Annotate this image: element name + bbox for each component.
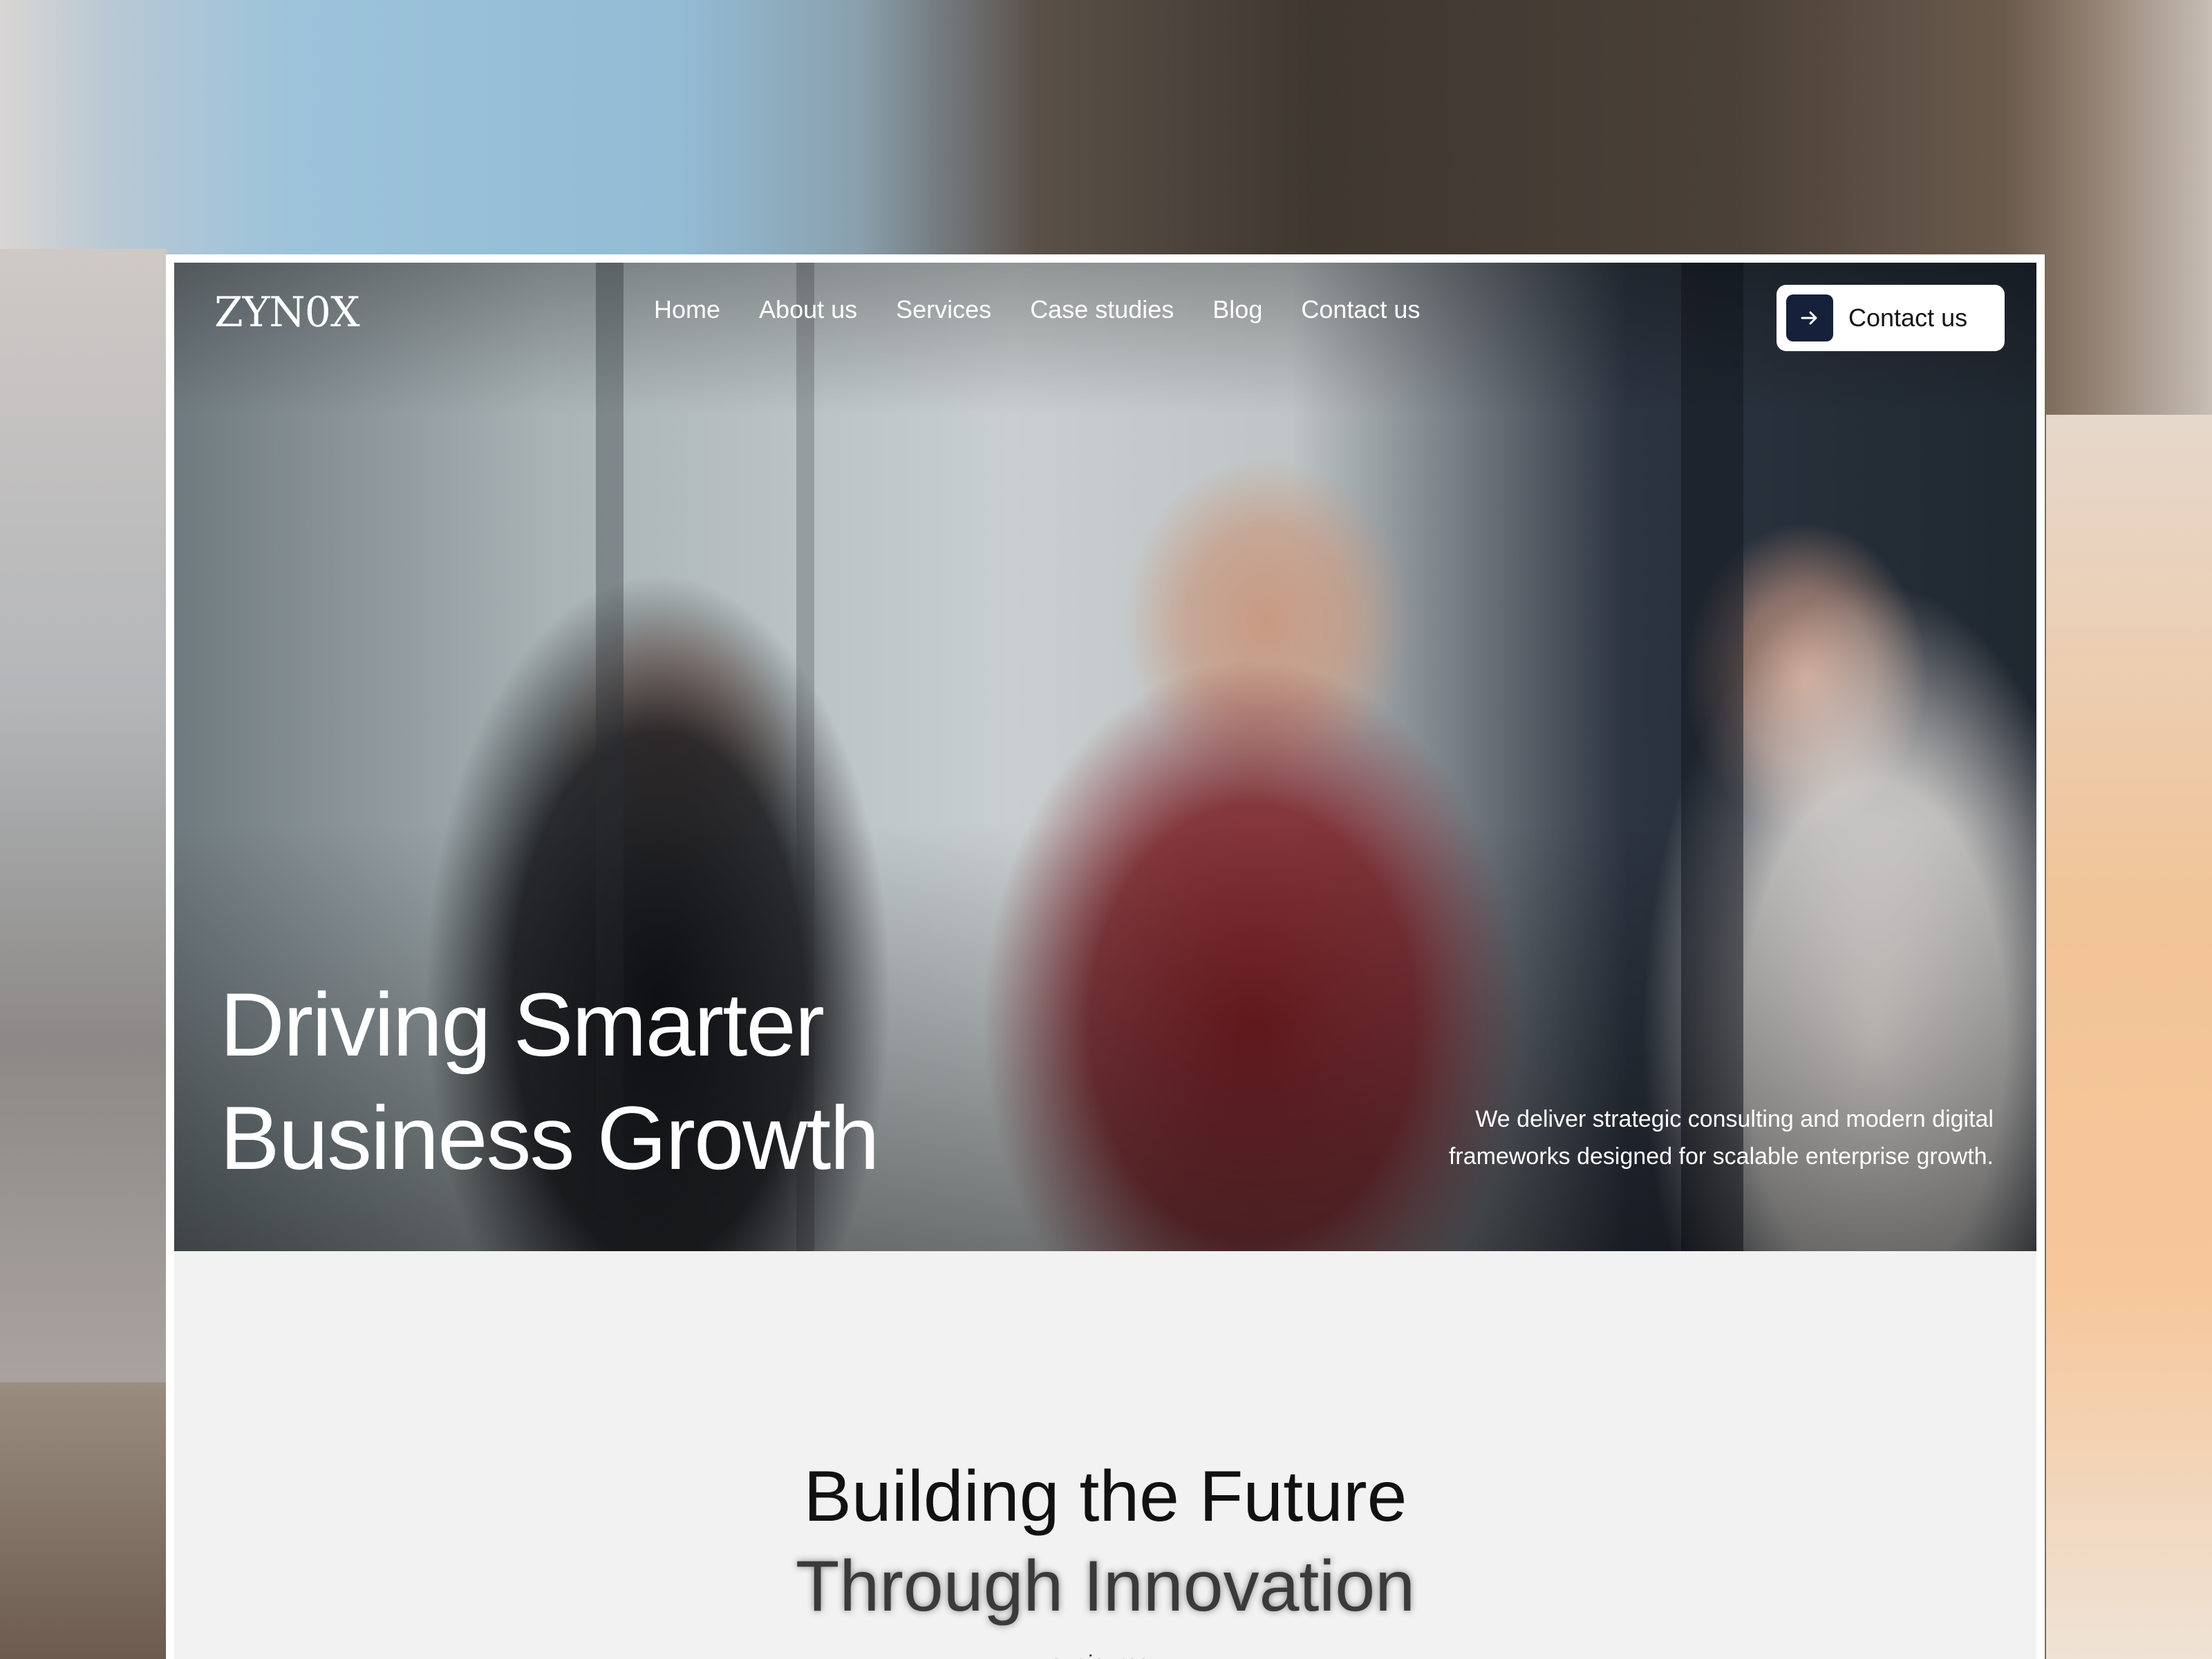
nav-case-studies[interactable]: Case studies xyxy=(1030,297,1174,322)
nav-about-us[interactable]: About us xyxy=(759,297,857,322)
background-left-lower xyxy=(0,1382,166,1659)
contact-us-button-label: Contact us xyxy=(1848,303,1968,332)
background-right-warm xyxy=(2046,415,2212,1659)
main-nav: Home About us Services Case studies Blog… xyxy=(654,297,1420,322)
contact-us-button[interactable]: Contact us xyxy=(1777,285,2005,351)
nav-contact-us[interactable]: Contact us xyxy=(1301,297,1420,322)
website-frame: ZYN0X Home About us Services Case studie… xyxy=(166,254,2045,1659)
arrow-right-icon xyxy=(1786,294,1833,341)
hero-title: Driving Smarter Business Growth xyxy=(220,968,880,1194)
site-logo[interactable]: ZYN0X xyxy=(214,292,360,333)
nav-home[interactable]: Home xyxy=(654,297,720,322)
hero-title-line-1: Driving Smarter xyxy=(220,974,825,1075)
hero-subtitle-line-1: We deliver strategic consulting and mode… xyxy=(1475,1106,1994,1132)
journey-eyebrow: our journey xyxy=(166,1651,2045,1659)
hero-subtitle: We deliver strategic consulting and mode… xyxy=(1316,1100,1994,1175)
hero-section: ZYN0X Home About us Services Case studie… xyxy=(174,263,2036,1251)
hero-top-gradient xyxy=(174,263,2036,415)
journey-title-line-2: Through Innovation xyxy=(795,1546,1416,1627)
hero-subtitle-line-2: frameworks designed for scalable enterpr… xyxy=(1448,1143,1994,1170)
journey-title-line-1: Building the Future xyxy=(803,1456,1407,1537)
background-left-mid xyxy=(0,249,166,1382)
nav-blog[interactable]: Blog xyxy=(1212,297,1262,322)
nav-services[interactable]: Services xyxy=(896,297,991,322)
hero-title-line-2: Business Growth xyxy=(220,1087,880,1188)
